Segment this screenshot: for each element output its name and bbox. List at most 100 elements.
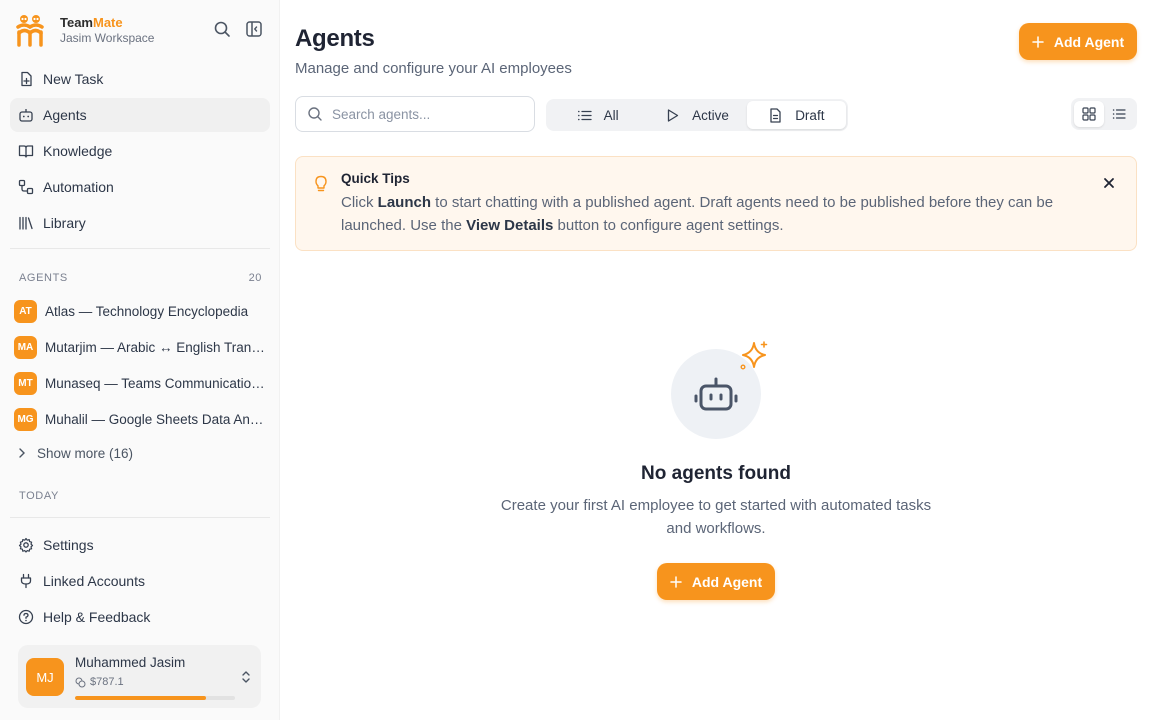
tips-view-details: View Details bbox=[466, 217, 554, 234]
sidebar: TeamMate Jasim Workspace New Task Agents… bbox=[0, 0, 280, 720]
filter-label: All bbox=[603, 107, 619, 123]
bot-icon bbox=[18, 107, 34, 123]
main-content: Agents Manage and configure your AI empl… bbox=[280, 0, 1152, 720]
user-account-card[interactable]: MJ Muhammed Jasim $787.1 bbox=[18, 645, 261, 708]
show-more-label: Show more (16) bbox=[37, 445, 134, 461]
filter-label: Draft bbox=[795, 107, 825, 123]
credits-progress-fill bbox=[75, 696, 207, 700]
plus-icon bbox=[1032, 35, 1044, 48]
agent-avatar: AT bbox=[14, 299, 37, 323]
nav-label: Linked Accounts bbox=[43, 573, 145, 589]
tips-body: Click Launch to start chatting with a pu… bbox=[341, 194, 1054, 234]
sidebar-toggle-icon[interactable] bbox=[245, 20, 263, 38]
list-view-icon bbox=[1112, 107, 1126, 121]
view-toggle bbox=[1071, 98, 1137, 130]
robot-icon bbox=[694, 374, 738, 414]
agent-avatar: MT bbox=[14, 371, 37, 395]
agent-avatar: MG bbox=[14, 407, 37, 431]
nav-label: Help & Feedback bbox=[43, 609, 151, 625]
main-nav: New Task Agents Knowledge Automation Lib… bbox=[10, 62, 270, 242]
empty-state-description: Create your first AI employee to get sta… bbox=[500, 497, 932, 537]
teammate-logo-icon bbox=[16, 13, 44, 47]
agent-name: Muhalil — Google Sheets Data Analyst bbox=[45, 411, 267, 427]
avatar: MJ bbox=[26, 658, 64, 696]
add-agent-label: Add Agent bbox=[1053, 33, 1125, 50]
list-icon bbox=[577, 108, 592, 123]
help-circle-icon bbox=[18, 609, 34, 625]
agent-item[interactable]: MG Muhalil — Google Sheets Data Analyst bbox=[14, 402, 270, 436]
divider bbox=[10, 517, 270, 518]
empty-state-title: No agents found bbox=[641, 463, 791, 484]
workspace-name: Jasim Workspace bbox=[60, 30, 155, 45]
tips-title: Quick Tips bbox=[341, 171, 410, 186]
filter-tab-draft[interactable]: Draft bbox=[746, 101, 846, 129]
today-section-header: TODAY bbox=[19, 490, 262, 502]
credits-progress bbox=[75, 696, 235, 700]
brand-name: TeamMate bbox=[60, 15, 123, 30]
agents-section-header: AGENTS 20 bbox=[19, 272, 262, 284]
agent-item[interactable]: MA Mutarjim — Arabic ↔ English Translato… bbox=[14, 330, 270, 364]
nav-label: New Task bbox=[43, 71, 104, 87]
new-task-icon bbox=[18, 71, 34, 87]
filter-tab-active[interactable]: Active bbox=[647, 101, 746, 129]
nav-item-agents[interactable]: Agents bbox=[10, 98, 270, 132]
list-view-button[interactable] bbox=[1104, 101, 1134, 127]
page-subtitle: Manage and configure your AI employees bbox=[295, 60, 572, 77]
grid-view-icon bbox=[1082, 107, 1096, 121]
quick-tips-banner: Quick Tips Click Launch to start chattin… bbox=[295, 156, 1137, 251]
agent-list: AT Atlas — Technology Encyclopedia MA Mu… bbox=[14, 294, 270, 438]
search-box bbox=[295, 96, 535, 132]
filter-tab-all[interactable]: All bbox=[548, 101, 647, 129]
chevron-up-down-icon bbox=[240, 669, 252, 685]
user-credits: $787.1 bbox=[75, 676, 124, 688]
user-name: Muhammed Jasim bbox=[75, 655, 186, 670]
today-heading: TODAY bbox=[19, 490, 59, 502]
nav-item-automation[interactable]: Automation bbox=[10, 170, 270, 204]
divider bbox=[10, 248, 270, 249]
library-icon bbox=[18, 215, 34, 231]
add-agent-button[interactable]: Add Agent bbox=[1019, 23, 1137, 60]
search-input[interactable] bbox=[332, 106, 522, 122]
nav-item-help[interactable]: Help & Feedback bbox=[10, 600, 270, 634]
plus-icon bbox=[670, 575, 682, 588]
empty-add-agent-button[interactable]: Add Agent bbox=[657, 563, 775, 600]
agents-heading: AGENTS bbox=[19, 272, 68, 284]
nav-label: Settings bbox=[43, 537, 94, 553]
sparkle-icon bbox=[738, 340, 770, 372]
agent-item[interactable]: MT Munaseq — Teams Communication Assista… bbox=[14, 366, 270, 400]
agent-avatar: MA bbox=[14, 335, 37, 359]
close-icon[interactable] bbox=[1102, 176, 1116, 190]
nav-label: Library bbox=[43, 215, 86, 231]
gear-icon bbox=[18, 537, 34, 553]
nav-item-knowledge[interactable]: Knowledge bbox=[10, 134, 270, 168]
plug-icon bbox=[18, 573, 34, 589]
nav-item-library[interactable]: Library bbox=[10, 206, 270, 240]
nav-label: Automation bbox=[43, 179, 114, 195]
nav-item-settings[interactable]: Settings bbox=[10, 528, 270, 562]
lightbulb-icon bbox=[313, 175, 329, 193]
agent-item[interactable]: AT Atlas — Technology Encyclopedia bbox=[14, 294, 270, 328]
bottom-nav: Settings Linked Accounts Help & Feedback bbox=[10, 528, 270, 636]
nav-label: Knowledge bbox=[43, 143, 113, 159]
add-agent-label: Add Agent bbox=[691, 573, 763, 590]
agent-name: Mutarjim — Arabic ↔ English Translator bbox=[45, 339, 267, 355]
coins-icon bbox=[75, 677, 86, 688]
nav-item-new-task[interactable]: New Task bbox=[10, 62, 270, 96]
nav-label: Agents bbox=[43, 107, 87, 123]
credits-value: $787.1 bbox=[90, 676, 124, 688]
status-filter: All Active Draft bbox=[546, 99, 848, 131]
brand[interactable]: TeamMate Jasim Workspace bbox=[16, 12, 154, 48]
play-icon bbox=[665, 108, 680, 123]
filter-label: Active bbox=[692, 107, 729, 123]
search-icon[interactable] bbox=[213, 20, 231, 38]
grid-view-button[interactable] bbox=[1074, 101, 1104, 127]
agent-name: Munaseq — Teams Communication Assistant bbox=[45, 375, 267, 391]
show-more-button[interactable]: Show more (16) bbox=[16, 443, 133, 463]
agents-count: 20 bbox=[248, 272, 262, 284]
book-icon bbox=[18, 143, 34, 159]
nav-item-linked-accounts[interactable]: Linked Accounts bbox=[10, 564, 270, 598]
agent-name: Atlas — Technology Encyclopedia bbox=[45, 303, 249, 319]
search-icon bbox=[307, 106, 323, 122]
chevron-right-icon bbox=[16, 447, 28, 459]
page-title: Agents bbox=[295, 25, 375, 52]
